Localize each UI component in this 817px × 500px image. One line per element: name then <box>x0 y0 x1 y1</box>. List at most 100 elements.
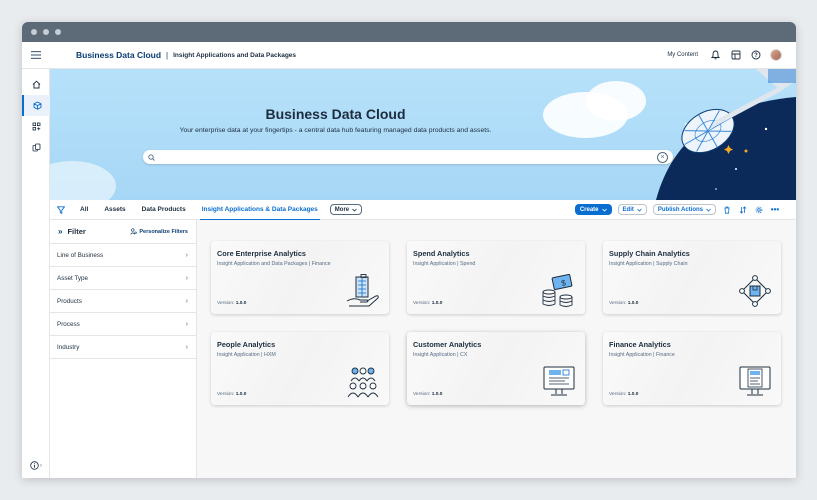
window-dot-minimize[interactable] <box>43 29 49 35</box>
app-window: Business Data Cloud | Insight Applicatio… <box>22 22 796 478</box>
money-coins-icon: $ <box>542 274 573 307</box>
card-title: Customer Analytics <box>413 340 482 349</box>
card-people-analytics[interactable]: People Analytics Insight Application | H… <box>211 332 389 405</box>
card-subtitle: Insight Application | Spend <box>413 261 476 267</box>
cards-grid: Core Enterprise Analytics Insight Applic… <box>197 220 796 478</box>
filter-line-of-business[interactable]: Line of Business › <box>50 244 196 267</box>
monitor-dashboard-icon <box>543 366 575 396</box>
chevron-right-icon: › <box>40 462 42 469</box>
filter-item-label: Line of Business <box>57 251 104 259</box>
publish-actions-button[interactable]: Publish Actions <box>652 204 716 215</box>
window-titlebar <box>22 22 796 42</box>
card-version: Version: 1.0.0 <box>609 392 639 397</box>
my-content-link[interactable]: My Content <box>667 52 698 58</box>
nav-catalog[interactable] <box>22 95 50 116</box>
sort-icon[interactable] <box>738 205 748 215</box>
hero-search-field[interactable]: × <box>143 150 673 164</box>
bell-icon[interactable] <box>710 50 721 61</box>
nav-packages[interactable] <box>22 137 50 158</box>
brand-title[interactable]: Business Data Cloud <box>76 50 161 60</box>
chevron-down-icon <box>637 208 642 212</box>
chevron-right-icon: › <box>185 320 188 328</box>
help-icon[interactable]: ? <box>750 50 761 61</box>
card-title: Spend Analytics <box>413 249 470 258</box>
nav-info-expand[interactable]: › <box>22 461 50 470</box>
chevron-right-icon: › <box>185 297 188 305</box>
chevron-down-icon <box>706 208 711 212</box>
settings-gear-icon[interactable] <box>754 205 764 215</box>
clear-icon[interactable]: × <box>657 151 668 163</box>
tab-assets[interactable]: Assets <box>96 200 133 220</box>
tab-insight-applications[interactable]: Insight Applications & Data Packages <box>194 200 326 221</box>
card-subtitle: Insight Application and Data Packages | … <box>217 261 331 267</box>
nav-data-products[interactable] <box>22 116 50 137</box>
menu-icon[interactable] <box>22 51 50 59</box>
filter-products[interactable]: Products › <box>50 290 196 313</box>
more-label: More <box>334 206 350 213</box>
tab-all[interactable]: All <box>72 200 96 220</box>
window-dot-close[interactable] <box>31 29 37 35</box>
card-version: Version: 1.0.0 <box>609 301 639 306</box>
filter-item-label: Asset Type <box>57 274 89 282</box>
filter-industry[interactable]: Industry › <box>50 336 196 359</box>
side-navigation: › <box>22 69 50 478</box>
card-version: Version: 1.0.0 <box>413 301 443 306</box>
satellite-illustration-icon <box>656 69 796 200</box>
filter-title: Filter <box>67 227 86 236</box>
avatar[interactable] <box>770 49 782 61</box>
filter-item-label: Products <box>57 297 82 305</box>
card-subtitle: Insight Application | HXM <box>217 352 276 358</box>
people-group-icon <box>347 367 379 398</box>
delete-icon[interactable] <box>722 205 732 215</box>
card-supply-chain-analytics[interactable]: Supply Chain Analytics Insight Applicati… <box>603 241 781 314</box>
building-hand-icon <box>346 274 379 307</box>
edit-label: Edit <box>622 206 634 213</box>
home-icon <box>32 80 40 89</box>
edit-button[interactable]: Edit <box>617 204 647 215</box>
card-title: Finance Analytics <box>609 340 671 349</box>
filter-asset-type[interactable]: Asset Type › <box>50 267 196 290</box>
card-core-enterprise-analytics[interactable]: Core Enterprise Analytics Insight Applic… <box>211 241 389 314</box>
apps-icon <box>32 122 40 131</box>
create-button[interactable]: Create <box>574 204 612 215</box>
search-input[interactable] <box>159 154 657 160</box>
collapse-filter-icon[interactable]: » <box>58 227 62 236</box>
products-grid-icon[interactable] <box>730 50 741 61</box>
card-subtitle: Insight Application | Finance <box>609 352 675 358</box>
filter-item-label: Industry <box>57 343 80 351</box>
card-spend-analytics[interactable]: Spend Analytics Insight Application | Sp… <box>407 241 585 314</box>
brand-separator: | <box>166 50 169 60</box>
card-customer-analytics[interactable]: Customer Analytics Insight Application |… <box>407 332 585 405</box>
card-title: Core Enterprise Analytics <box>217 249 306 258</box>
personalize-filters-link[interactable]: Personalize Filters <box>130 228 188 235</box>
hero-title: Business Data Cloud <box>265 106 406 122</box>
overflow-menu-icon[interactable]: ••• <box>770 205 780 215</box>
card-version: Version: 1.0.0 <box>413 392 443 397</box>
toolbar-actions: Create Edit Publish Actions ••• <box>574 204 796 215</box>
shell-actions: My Content ? <box>667 49 796 61</box>
tab-data-products[interactable]: Data Products <box>134 200 194 220</box>
filter-funnel-icon[interactable] <box>50 205 72 214</box>
brand-subtitle: Insight Applications and Data Packages <box>173 51 297 59</box>
filter-process[interactable]: Process › <box>50 313 196 336</box>
personalize-label: Personalize Filters <box>139 228 188 235</box>
card-finance-analytics[interactable]: Finance Analytics Insight Application | … <box>603 332 781 405</box>
chevron-right-icon: › <box>185 274 188 282</box>
chevron-right-icon: › <box>185 251 188 259</box>
card-version: Version: 1.0.0 <box>217 392 247 397</box>
network-box-icon <box>739 275 771 307</box>
card-version: Version: 1.0.0 <box>217 301 247 306</box>
publish-label: Publish Actions <box>657 206 703 213</box>
window-dot-maximize[interactable] <box>55 29 61 35</box>
more-tabs-button[interactable]: More <box>329 204 363 215</box>
chevron-right-icon: › <box>185 343 188 351</box>
create-label: Create <box>579 206 599 213</box>
card-subtitle: Insight Application | Supply Chain <box>609 261 688 267</box>
svg-text:?: ? <box>754 53 758 59</box>
search-icon <box>148 153 155 161</box>
hero-banner: Business Data Cloud Your enterprise data… <box>50 69 796 200</box>
chevron-down-icon <box>352 208 357 212</box>
nav-home[interactable] <box>22 74 50 95</box>
monitor-report-icon <box>739 366 771 396</box>
cloud-decoration <box>50 161 116 200</box>
